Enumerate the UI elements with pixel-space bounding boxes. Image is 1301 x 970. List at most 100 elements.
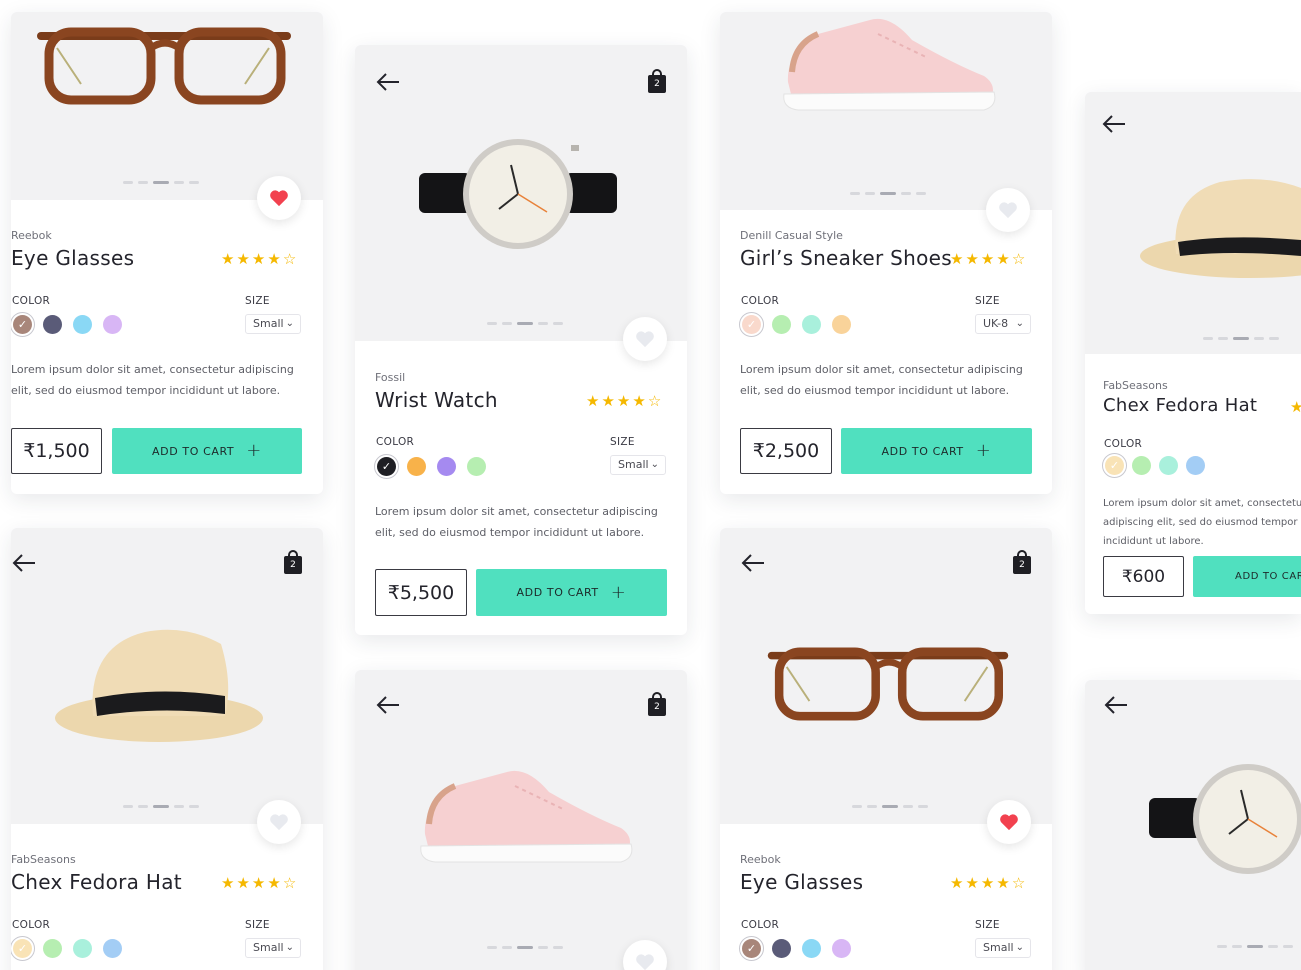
image-pager-dots[interactable] — [1203, 337, 1279, 340]
color-swatch-violet[interactable] — [437, 457, 456, 476]
color-swatch-amber[interactable] — [407, 457, 426, 476]
product-brand: FabSeasons — [1103, 379, 1168, 392]
color-swatch-slate[interactable] — [43, 315, 62, 334]
product-title: Eye Glasses — [740, 870, 864, 894]
color-swatch-aqua[interactable] — [802, 315, 821, 334]
favorite-button[interactable] — [986, 188, 1030, 232]
shopping-bag-icon[interactable]: 2 — [1011, 550, 1033, 574]
color-swatch-aqua[interactable] — [73, 939, 92, 958]
star-outline-icon: ☆ — [1011, 250, 1026, 268]
arrow-left-icon[interactable] — [740, 553, 766, 573]
size-select[interactable]: Small ⌄ — [245, 314, 301, 334]
arrow-left-icon[interactable] — [1101, 114, 1127, 134]
star-icon: ★ — [221, 250, 235, 268]
arrow-left-icon[interactable] — [11, 553, 37, 573]
product-brand: Denill Casual Style — [740, 229, 843, 242]
favorite-button[interactable] — [623, 317, 667, 361]
color-swatch-sky[interactable] — [103, 939, 122, 958]
size-label: SIZE — [975, 919, 1000, 931]
color-swatch-brown[interactable]: ✓ — [739, 936, 764, 961]
color-swatch-lavender[interactable] — [103, 315, 122, 334]
rating-stars: ★ ★ ★ ★ ☆ — [586, 394, 661, 409]
color-swatch-mint[interactable] — [1132, 456, 1151, 475]
size-value: Small — [983, 941, 1014, 954]
color-label: COLOR — [741, 295, 780, 307]
product-description: Lorem ipsum dolor sit amet, consectetur … — [375, 505, 658, 539]
color-label: COLOR — [741, 919, 780, 931]
rating-stars: ★ — [1290, 400, 1301, 415]
rating-stars: ★ ★ ★ ★ ☆ — [950, 252, 1025, 267]
price-box: ₹1,500 — [11, 428, 102, 474]
size-value: Small — [253, 941, 284, 954]
add-to-cart-button[interactable]: ADD TO CART + — [476, 569, 667, 616]
color-swatch-mint[interactable] — [467, 457, 486, 476]
star-icon: ★ — [616, 392, 631, 410]
star-icon: ★ — [1290, 398, 1301, 416]
shopping-bag-icon[interactable]: 2 — [282, 550, 304, 574]
size-select[interactable]: Small ⌄ — [975, 938, 1031, 958]
size-select[interactable]: UK-8 ⌄ — [975, 314, 1031, 334]
size-select[interactable]: Small ⌄ — [610, 455, 666, 475]
color-swatch-sky[interactable] — [73, 315, 92, 334]
star-icon: ★ — [996, 874, 1010, 892]
size-value: Small — [253, 317, 284, 330]
color-swatch-peach[interactable]: ✓ — [739, 312, 764, 337]
image-pager-dots[interactable] — [852, 805, 928, 808]
star-outline-icon: ☆ — [282, 874, 297, 892]
eye-glasses-image — [767, 647, 1009, 721]
size-label: SIZE — [975, 295, 1000, 307]
arrow-left-icon[interactable] — [1103, 695, 1129, 715]
shopping-bag-icon[interactable]: 2 — [646, 692, 668, 716]
check-icon: ✓ — [746, 318, 757, 331]
color-swatch-cream[interactable]: ✓ — [11, 936, 35, 961]
color-swatch-slate[interactable] — [772, 939, 791, 958]
color-swatch-black[interactable]: ✓ — [374, 454, 399, 479]
favorite-button[interactable] — [257, 176, 301, 220]
color-swatch-aqua[interactable] — [1159, 456, 1178, 475]
color-swatch-mint[interactable] — [772, 315, 791, 334]
color-swatch-mint[interactable] — [43, 939, 62, 958]
image-pager-dots[interactable] — [123, 181, 199, 184]
arrow-left-icon[interactable] — [375, 72, 401, 92]
add-to-cart-button[interactable]: ADD TO CART + — [112, 428, 302, 474]
arrow-left-icon[interactable] — [375, 695, 401, 715]
product-title: Girl’s Sneaker Shoes — [740, 246, 952, 270]
image-pager-dots[interactable] — [850, 192, 926, 195]
color-swatch-lavender[interactable] — [832, 939, 851, 958]
image-pager-dots[interactable] — [123, 805, 199, 808]
add-to-cart-label: ADD TO CART — [152, 444, 235, 458]
plus-icon: + — [975, 440, 992, 461]
price-box: ₹600 — [1103, 556, 1184, 597]
product-title: Chex Fedora Hat — [11, 870, 182, 894]
product-brand: Reebok — [11, 229, 52, 242]
favorite-button[interactable] — [257, 800, 301, 844]
shopping-bag-icon[interactable]: 2 — [646, 69, 668, 93]
add-to-cart-button[interactable]: ADD TO CART — [1193, 556, 1301, 597]
product-image-area — [1085, 92, 1301, 354]
size-label: SIZE — [245, 295, 270, 307]
color-swatches: ✓ — [739, 936, 851, 961]
size-select[interactable]: Small ⌄ — [245, 938, 301, 958]
image-pager-dots[interactable] — [487, 946, 563, 949]
star-icon: ★ — [980, 874, 995, 892]
chevron-down-icon: ⌄ — [1015, 318, 1024, 329]
image-pager-dots[interactable] — [487, 322, 563, 325]
star-icon: ★ — [267, 874, 281, 892]
product-image-area: 2 — [11, 528, 323, 824]
color-swatch-sand[interactable] — [832, 315, 851, 334]
color-swatch-sky[interactable] — [1186, 456, 1205, 475]
image-pager-dots[interactable] — [1217, 945, 1293, 948]
star-icon: ★ — [965, 874, 979, 892]
product-description: Lorem ipsum dolor sit amet, consectetur … — [11, 363, 294, 397]
add-to-cart-button[interactable]: ADD TO CART + — [841, 428, 1032, 474]
star-icon: ★ — [586, 392, 600, 410]
color-swatch-cream[interactable]: ✓ — [1102, 453, 1127, 478]
color-label: COLOR — [12, 295, 51, 307]
color-swatch-sky[interactable] — [802, 939, 821, 958]
product-description: Lorem ipsum dolor sit amet, consectetur … — [1103, 498, 1301, 547]
color-swatch-brown[interactable]: ✓ — [11, 312, 35, 337]
product-card-sneaker-shoes: Denill Casual Style Girl’s Sneaker Shoes… — [720, 12, 1052, 494]
product-title: Eye Glasses — [11, 246, 135, 270]
favorite-button[interactable] — [987, 800, 1031, 844]
star-icon: ★ — [601, 392, 615, 410]
